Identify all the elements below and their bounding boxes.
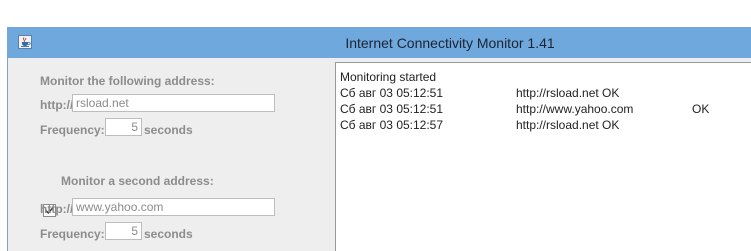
app-window: Internet Connectivity Monitor 1.41 Monit… — [7, 27, 751, 251]
log-url: http://rsload.net OK — [516, 86, 620, 100]
log-time: Сб авг 03 05:12:51 — [340, 102, 444, 116]
log-status: OK — [692, 102, 710, 116]
first-address-heading: Monitor the following address: — [40, 74, 215, 88]
first-frequency-label: Frequency: — [40, 123, 105, 137]
second-address-heading[interactable]: Monitor a second address: — [61, 174, 214, 188]
second-seconds-label: seconds — [144, 227, 193, 241]
log-time: Monitoring started — [340, 70, 437, 84]
log-url: http://www.yahoo.com — [516, 102, 634, 116]
first-address-input[interactable] — [72, 94, 275, 112]
log-time: Сб авг 03 05:12:51 — [340, 86, 444, 100]
window-title: Internet Connectivity Monitor 1.41 — [345, 35, 555, 51]
first-frequency-input[interactable] — [105, 118, 142, 136]
title-bar[interactable]: Internet Connectivity Monitor 1.41 — [8, 28, 751, 58]
settings-panel: Monitor the following address: http:// F… — [8, 58, 333, 251]
log-time: Сб авг 03 05:12:57 — [340, 118, 444, 132]
second-frequency-label: Frequency: — [40, 227, 105, 241]
second-http-prefix: http:// — [40, 202, 74, 216]
first-http-prefix: http:// — [40, 98, 74, 112]
log-url: http://rsload.net OK — [516, 118, 620, 132]
second-frequency-input[interactable] — [105, 222, 142, 240]
second-address-input[interactable] — [72, 198, 275, 216]
first-seconds-label: seconds — [144, 123, 193, 137]
log-output-area[interactable]: Monitoring started Сб авг 03 05:12:51 ht… — [335, 62, 751, 251]
